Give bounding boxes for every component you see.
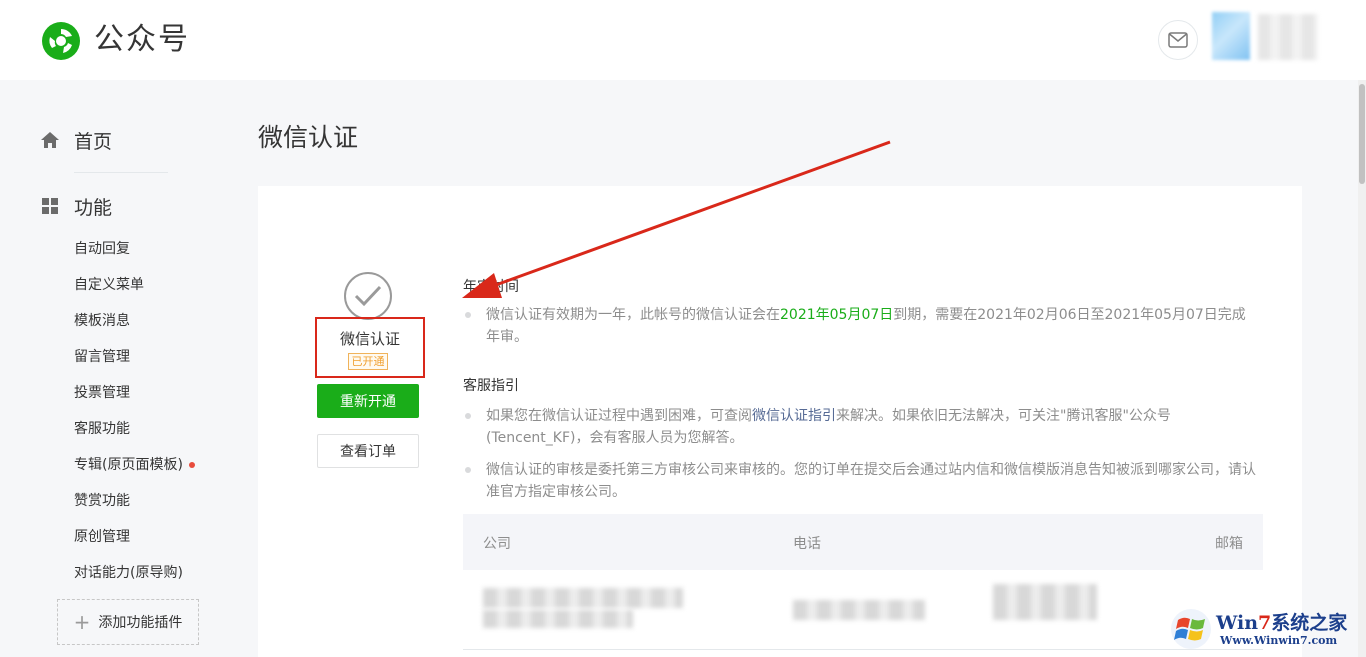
mail-button[interactable] xyxy=(1158,20,1198,60)
table-row xyxy=(463,570,1263,650)
support-paragraph-2: 微信认证的审核是委托第三方审核公司来审核的。您的订单在提交后会通过站内信和微信模… xyxy=(486,462,1256,500)
page-scrollbar[interactable] xyxy=(1358,80,1366,657)
new-dot-indicator xyxy=(188,462,195,468)
sidebar-item-voting[interactable]: 投票管理 xyxy=(74,383,130,403)
sidebar-item-album-label: 专辑(原页面模板) xyxy=(74,457,183,473)
wechat-logo-icon[interactable] xyxy=(40,20,82,62)
nav-home[interactable]: 首页 xyxy=(40,125,112,155)
support-p1-a: 如果您在微信认证过程中遇到困难，可查阅 xyxy=(486,408,752,424)
watermark-title-a: Win xyxy=(1216,612,1259,634)
agency-table-header: 公司 电话 邮箱 xyxy=(463,514,1263,570)
sidebar-item-original[interactable]: 原创管理 xyxy=(74,527,130,547)
watermark-url: Www.Winwin7.com xyxy=(1220,634,1338,647)
annual-review-text: 微信认证有效期为一年，此帐号的微信认证会在2021年05月07日到期，需要在20… xyxy=(486,304,1258,348)
add-plugin-label: 添加功能插件 xyxy=(98,615,183,631)
expiry-date: 2021年05月07日 xyxy=(780,307,894,323)
sidebar-item-reward[interactable]: 赞赏功能 xyxy=(74,491,130,511)
watermark-title: Win7系统之家 xyxy=(1216,608,1347,635)
sidebar-divider xyxy=(74,172,168,173)
check-circle-icon xyxy=(344,272,392,320)
add-plugin-button[interactable]: + 添加功能插件 xyxy=(57,599,199,645)
sidebar-item-comments[interactable]: 留言管理 xyxy=(74,347,130,367)
renew-button[interactable]: 重新开通 xyxy=(317,384,419,418)
annual-review-text-a: 微信认证有效期为一年，此帐号的微信认证会在 xyxy=(486,307,780,323)
view-orders-button[interactable]: 查看订单 xyxy=(317,434,419,468)
sidebar-item-auto-reply[interactable]: 自动回复 xyxy=(74,239,130,259)
sidebar-item-custom-menu[interactable]: 自定义菜单 xyxy=(74,275,144,295)
bullet-dot xyxy=(465,413,471,419)
page-title: 微信认证 xyxy=(258,123,359,152)
account-avatar[interactable] xyxy=(1212,12,1250,60)
account-name-blurred[interactable] xyxy=(1258,14,1318,60)
mail-icon xyxy=(1168,32,1188,48)
verification-card: 微信认证 已开通 重新开通 查看订单 年审时间 微信认证有效期为一年，此帐号的微… xyxy=(258,186,1302,657)
verification-guide-link[interactable]: 微信认证指引 xyxy=(752,408,836,424)
watermark-title-seven: 7 xyxy=(1258,612,1272,634)
sidebar-item-album[interactable]: 专辑(原页面模板) xyxy=(74,455,195,475)
watermark: Win7系统之家 Www.Winwin7.com xyxy=(1168,604,1366,657)
home-icon xyxy=(40,130,60,150)
scrollbar-thumb[interactable] xyxy=(1359,84,1365,184)
phone-blurred xyxy=(793,600,925,620)
grid-icon xyxy=(40,196,60,216)
company-blurred xyxy=(483,610,633,628)
watermark-title-b: 系统之家 xyxy=(1271,612,1348,634)
sidebar-item-dialog-capability[interactable]: 对话能力(原导购) xyxy=(74,563,183,583)
sidebar: 首页 功能 自动回复 自定义菜单 模板消息 留言管理 投票管理 客服功能 专辑(… xyxy=(0,80,230,657)
bullet-dot xyxy=(465,467,471,473)
sidebar-item-customer-service[interactable]: 客服功能 xyxy=(74,419,130,439)
brand-title[interactable]: 公众号 xyxy=(94,20,190,60)
windows-logo-icon xyxy=(1171,609,1211,649)
nav-home-label: 首页 xyxy=(74,130,113,153)
annual-review-title: 年审时间 xyxy=(463,279,519,295)
support-title: 客服指引 xyxy=(463,378,519,394)
sidebar-item-template-message[interactable]: 模板消息 xyxy=(74,311,130,331)
support-paragraph-1: 如果您在微信认证过程中遇到困难，可查阅微信认证指引来解决。如果依旧无法解决，可关… xyxy=(486,405,1258,449)
plus-icon: + xyxy=(73,610,91,634)
highlight-box xyxy=(315,317,425,378)
top-header: 公众号 xyxy=(0,0,1366,80)
column-phone: 电话 xyxy=(793,536,821,552)
column-email: 邮箱 xyxy=(1215,536,1243,552)
bullet-dot xyxy=(465,312,471,318)
column-company: 公司 xyxy=(483,536,511,552)
email-blurred xyxy=(993,584,1097,620)
nav-features[interactable]: 功能 xyxy=(40,191,112,221)
company-blurred xyxy=(483,588,683,608)
nav-features-label: 功能 xyxy=(74,196,113,219)
